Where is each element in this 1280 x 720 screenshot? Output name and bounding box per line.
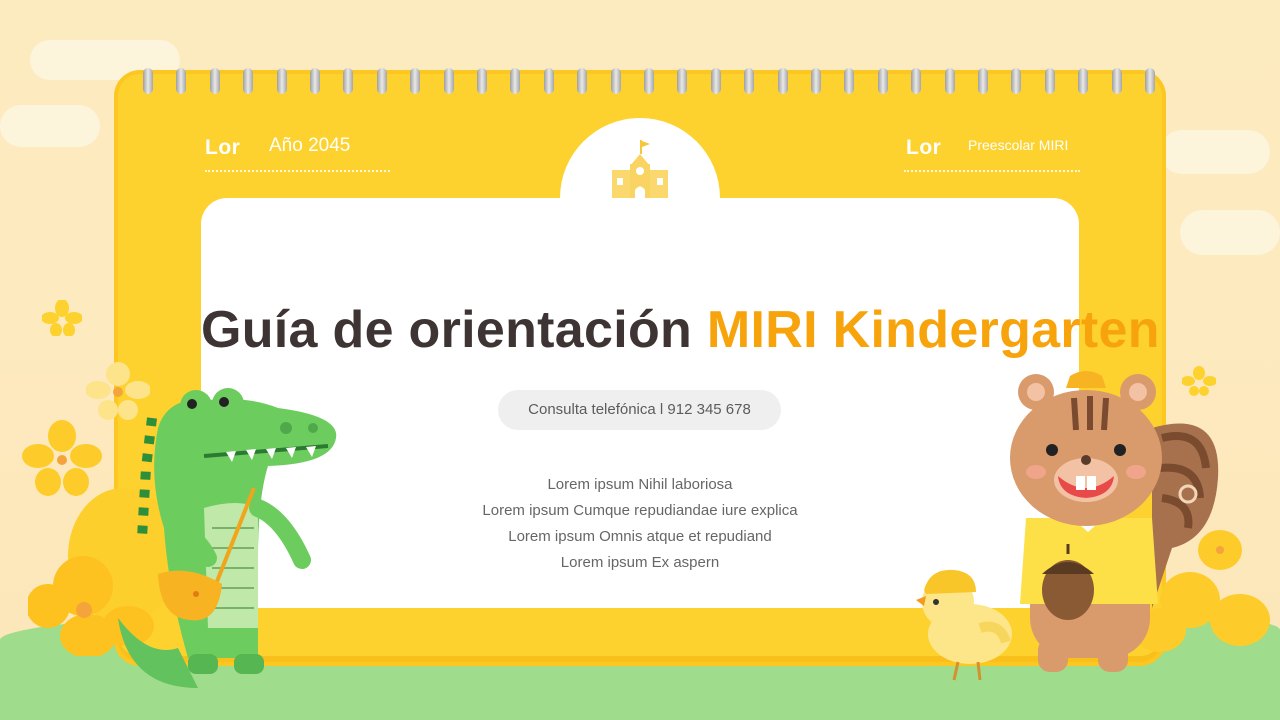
squirrel-illustration bbox=[1010, 371, 1219, 672]
header-right-label: Lor bbox=[906, 136, 942, 159]
page-title: Guía de orientación MIRI Kindergarten bbox=[201, 300, 1159, 360]
cloud bbox=[0, 105, 100, 147]
flower-icon bbox=[42, 300, 82, 336]
calendar-ring bbox=[410, 68, 420, 94]
school-building-icon bbox=[608, 140, 672, 201]
calendar-ring bbox=[477, 68, 487, 94]
calendar-ring bbox=[210, 68, 220, 94]
calendar-ring bbox=[744, 68, 754, 94]
title-highlight: MIRI Kindergarten bbox=[706, 301, 1160, 359]
cloud bbox=[1160, 130, 1270, 174]
title-main: Guía de orientación bbox=[201, 301, 693, 359]
contact-pill: Consulta telefónica l 912 345 678 bbox=[498, 390, 781, 430]
calendar-ring bbox=[143, 68, 153, 94]
calendar-ring bbox=[1078, 68, 1088, 94]
calendar-ring bbox=[644, 68, 654, 94]
calendar-ring bbox=[577, 68, 587, 94]
calendar-ring bbox=[911, 68, 921, 94]
calendar-ring bbox=[1045, 68, 1055, 94]
header-right-divider bbox=[904, 170, 1080, 172]
calendar-ring bbox=[978, 68, 988, 94]
calendar-ring bbox=[243, 68, 253, 94]
calendar-ring bbox=[510, 68, 520, 94]
header-year: Año 2045 bbox=[269, 135, 351, 156]
header-left-label: Lor bbox=[205, 136, 241, 159]
header-school-name: Preescolar MIRI bbox=[968, 137, 1069, 153]
calendar-ring bbox=[310, 68, 320, 94]
calendar-ring bbox=[844, 68, 854, 94]
header-left-divider bbox=[205, 170, 390, 172]
calendar-ring bbox=[277, 68, 287, 94]
cloud bbox=[1180, 210, 1280, 255]
calendar-ring bbox=[778, 68, 788, 94]
calendar-ring bbox=[677, 68, 687, 94]
calendar-ring bbox=[811, 68, 821, 94]
calendar-ring bbox=[945, 68, 955, 94]
calendar-ring bbox=[878, 68, 888, 94]
calendar-ring bbox=[1145, 68, 1155, 94]
crocodile-illustration bbox=[118, 388, 337, 688]
calendar-ring bbox=[711, 68, 721, 94]
calendar-ring bbox=[444, 68, 454, 94]
calendar-ring bbox=[611, 68, 621, 94]
calendar-ring bbox=[1011, 68, 1021, 94]
calendar-ring bbox=[377, 68, 387, 94]
calendar-ring bbox=[544, 68, 554, 94]
calendar-ring bbox=[343, 68, 353, 94]
calendar-ring bbox=[176, 68, 186, 94]
calendar-ring bbox=[1112, 68, 1122, 94]
